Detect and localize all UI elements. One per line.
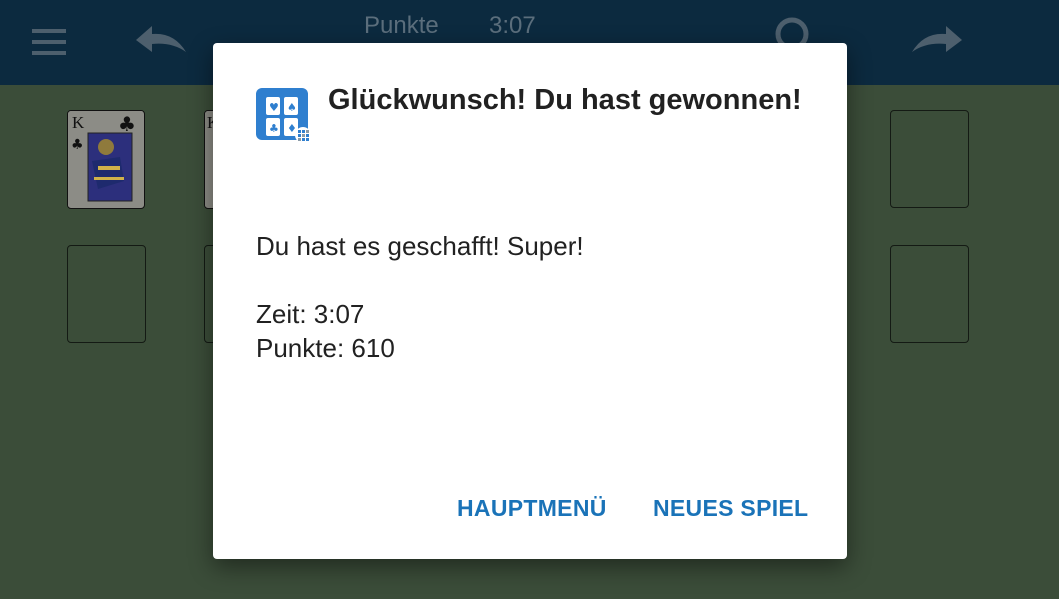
card-game-app-icon: ♥ ♠ ♣ ♦	[256, 87, 312, 143]
win-dialog: ♥ ♠ ♣ ♦ Glückwunsch! Du hast gewonnen! D…	[213, 43, 847, 559]
main-menu-button[interactable]: HAUPTMENÜ	[457, 491, 607, 526]
dialog-message: Du hast es geschafft! Super!	[256, 231, 584, 261]
svg-text:♣: ♣	[269, 122, 279, 135]
dialog-title: Glückwunsch! Du hast gewonnen!	[328, 84, 802, 116]
dialog-score-line: Punkte: 610	[256, 333, 395, 363]
dialog-time-line: Zeit: 3:07	[256, 299, 365, 329]
new-game-button[interactable]: NEUES SPIEL	[653, 491, 808, 526]
svg-text:♠: ♠	[287, 101, 297, 114]
svg-text:♥: ♥	[269, 101, 279, 114]
